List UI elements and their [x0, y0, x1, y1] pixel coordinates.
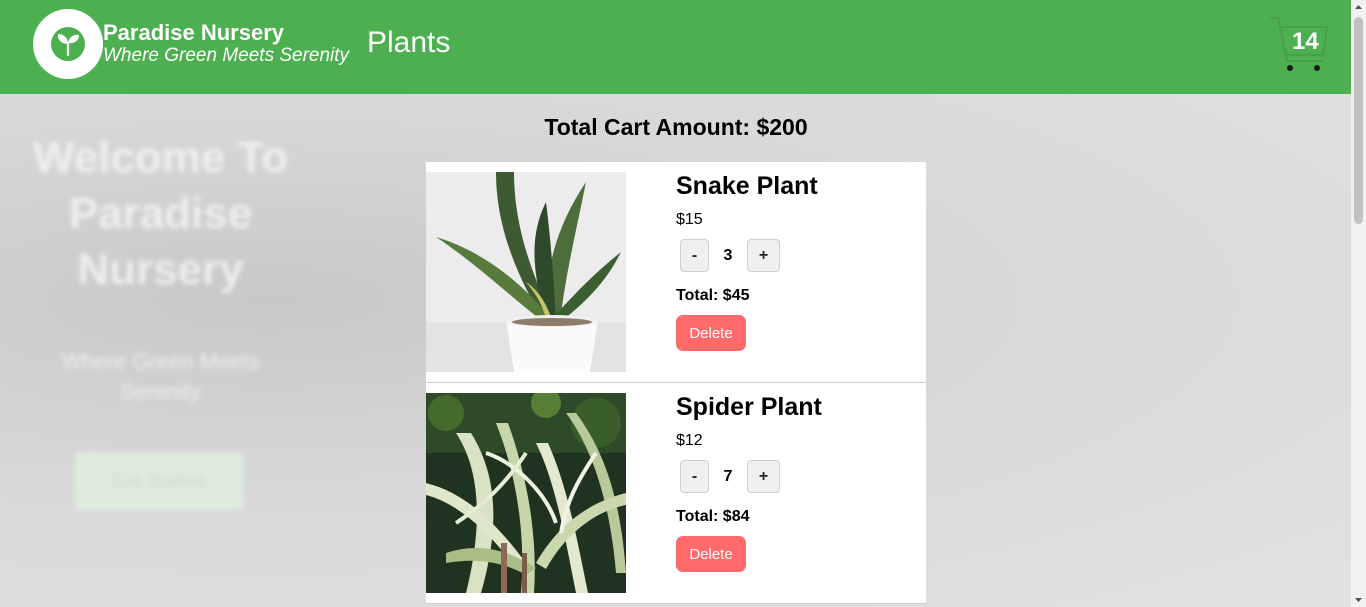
cart-item-cost: $12	[676, 432, 703, 449]
cart-item-cost: $15	[676, 211, 703, 228]
page-scrollbar[interactable]	[1351, 0, 1366, 607]
brand-tagline: Where Green Meets Serenity	[103, 45, 350, 66]
snake-plant-photo	[426, 172, 626, 372]
cart-total-amount: Total Cart Amount: $200	[544, 114, 808, 140]
cart-item-name: Spider Plant	[676, 393, 822, 421]
cart-item: Snake Plant $15 - 3 + Total: $45 Delete	[426, 162, 926, 383]
navbar: Paradise Nursery Where Green Meets Seren…	[0, 0, 1351, 94]
cart-item-quantity: 7	[723, 468, 733, 485]
increase-quantity-button[interactable]: +	[747, 460, 780, 493]
scroll-up-arrow-icon[interactable]	[1351, 0, 1366, 15]
cart-count-badge: 14	[1292, 28, 1319, 55]
increase-quantity-button[interactable]: +	[747, 239, 780, 272]
cart-item-subtotal: Total: $84	[676, 508, 750, 525]
cart-item-quantity: 3	[723, 247, 733, 264]
background-get-started-button: Get Started	[75, 452, 243, 510]
delete-item-button[interactable]: Delete	[676, 315, 746, 351]
plants-nav-link[interactable]: Plants	[367, 26, 450, 60]
scrollbar-thumb[interactable]	[1354, 17, 1363, 224]
decrease-quantity-button[interactable]: -	[680, 460, 709, 493]
decrease-quantity-button[interactable]: -	[680, 239, 709, 272]
sprout-logo-icon	[51, 27, 85, 61]
logo[interactable]	[33, 9, 103, 79]
background-welcome-subtitle: Where Green Meets Serenity	[61, 349, 260, 404]
background-welcome-title: Welcome To Paradise Nursery	[32, 133, 289, 294]
spider-plant-photo	[426, 393, 626, 593]
scroll-down-arrow-icon[interactable]	[1351, 592, 1366, 607]
cart-item-name: Snake Plant	[676, 172, 818, 200]
cart-button[interactable]: 14	[1266, 14, 1332, 74]
cart-item-subtotal: Total: $45	[676, 287, 750, 304]
delete-item-button[interactable]: Delete	[676, 536, 746, 572]
cart-item: Spider Plant $12 - 7 + Total: $84 Delete	[426, 383, 926, 604]
brand-name: Paradise Nursery	[103, 20, 284, 45]
